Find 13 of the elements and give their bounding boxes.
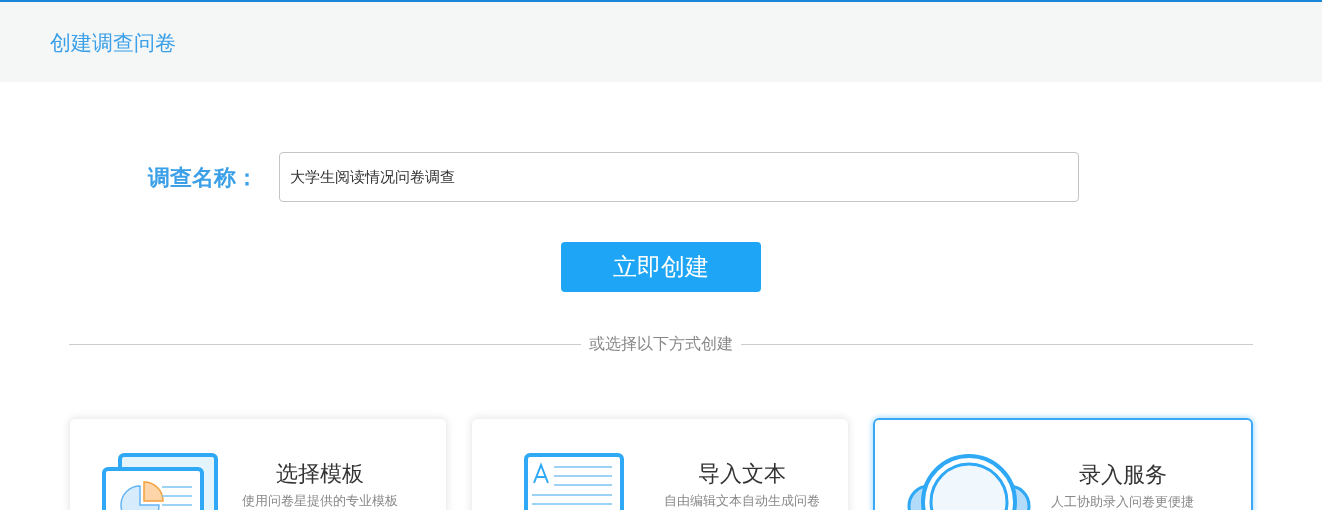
- creation-option-card[interactable]: 录入服务 人工协助录入问卷更便捷: [873, 418, 1253, 510]
- creation-option-card[interactable]: 导入文本 自由编辑文本自动生成问卷: [471, 418, 849, 510]
- option-title: 导入文本: [698, 461, 786, 487]
- survey-name-label: 调查名称：: [148, 163, 259, 192]
- option-description: 使用问卷星提供的专业模板: [242, 493, 398, 509]
- option-title: 录入服务: [1078, 462, 1167, 488]
- option-description: 自由编辑文本自动生成问卷: [664, 493, 820, 509]
- creation-option-card[interactable]: 选择模板 使用问卷星提供的专业模板: [69, 418, 447, 510]
- option-title: 选择模板: [276, 461, 364, 487]
- option-description: 人工协助录入问卷更便捷: [1051, 494, 1194, 510]
- survey-name-field[interactable]: 大学生阅读情况问卷调查: [279, 152, 1079, 202]
- alternative-methods-label: 或选择以下方式创建: [589, 334, 733, 354]
- page-title: 创建调查问卷: [50, 31, 176, 53]
